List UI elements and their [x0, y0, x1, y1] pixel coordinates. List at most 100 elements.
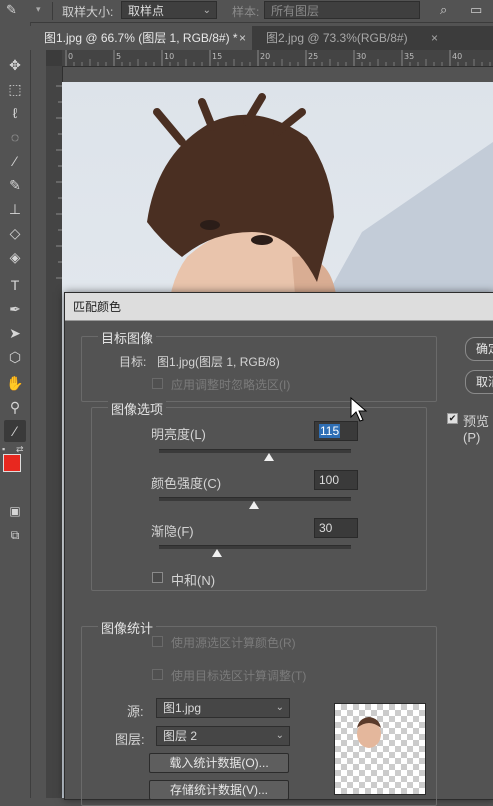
bucket-tool-icon[interactable]: ◈	[4, 246, 26, 268]
brush-tool-icon[interactable]: ✎	[4, 174, 26, 196]
neutralize-checkbox[interactable]	[152, 572, 163, 583]
luminance-label: 明亮度(L)	[151, 427, 206, 442]
slider-thumb[interactable]	[211, 549, 222, 557]
ruler-tick-label: 20	[260, 52, 270, 61]
fade-slider[interactable]	[159, 545, 351, 557]
eyedropper-tool-icon[interactable]: ⁄	[4, 150, 26, 172]
use-target-selection-checkbox[interactable]	[152, 669, 163, 680]
image-options-group-label: 图像选项	[108, 399, 167, 418]
stamp-tool-icon[interactable]: ⊥	[4, 198, 26, 220]
search-icon[interactable]: ⌕	[440, 2, 447, 18]
vertical-ruler	[46, 66, 63, 798]
mouse-cursor-icon	[350, 397, 368, 422]
foreground-color-swatch[interactable]	[3, 454, 21, 472]
ruler-tick-label: 10	[164, 52, 174, 61]
text-tool-icon[interactable]: T	[4, 274, 26, 296]
color-intensity-label: 颜色强度(C)	[151, 476, 222, 491]
preview-face-image	[357, 717, 381, 748]
preview-label: 预览(P)	[463, 414, 490, 445]
layer-select[interactable]: 图层 2 ⌄	[156, 726, 290, 746]
tool-preset-chevron-icon[interactable]: ▾	[36, 4, 41, 15]
layer-label: 图层:	[115, 732, 145, 747]
default-colors-icon[interactable]: ▪	[2, 444, 5, 454]
ruler-tick-label: 5	[116, 52, 121, 61]
sample-size-label: 取样大小:	[62, 5, 114, 19]
horizontal-ruler: 051015202530354045	[62, 50, 493, 67]
match-color-dialog: 匹配颜色 目标图像 目标: 图1.jpg(图层 1, RGB/8) 应用调整时忽…	[64, 292, 493, 806]
close-icon[interactable]: ×	[431, 26, 438, 50]
slider-thumb[interactable]	[264, 453, 275, 461]
sample-size-select[interactable]: 取样点 ⌄	[121, 1, 217, 19]
target-value: 图1.jpg(图层 1, RGB/8)	[157, 355, 280, 369]
source-select[interactable]: 图1.jpg ⌄	[156, 698, 290, 718]
luminance-value: 115	[319, 424, 341, 438]
shape-tool-icon[interactable]: ⬡	[4, 346, 26, 368]
workspace-icon[interactable]: ▭	[470, 2, 482, 18]
color-intensity-value: 100	[319, 473, 340, 487]
dialog-title[interactable]: 匹配颜色	[65, 293, 493, 321]
fade-label: 渐隐(F)	[151, 524, 194, 539]
zoom-tool-icon[interactable]: ⚲	[4, 396, 26, 418]
marquee-tool-icon[interactable]: ⬚	[4, 78, 26, 100]
options-bar: ✎ ▾ 取样大小: 取样点 ⌄ 样本: 所有图层 ⌕ ▭	[0, 0, 493, 23]
ok-button[interactable]: 确定	[465, 337, 493, 361]
fade-input[interactable]: 30	[314, 518, 358, 538]
chevron-down-icon: ⌄	[275, 702, 284, 713]
color-intensity-slider[interactable]	[159, 497, 351, 509]
sample-select[interactable]: 所有图层	[264, 1, 420, 19]
ruler-tick-label: 40	[452, 52, 462, 61]
quick-mask-icon[interactable]: ▣	[4, 500, 26, 522]
ruler-corner	[46, 50, 62, 66]
sample-size-value: 取样点	[128, 4, 165, 18]
luminance-input[interactable]: 115	[314, 421, 358, 441]
ruler-tick-label: 30	[356, 52, 366, 61]
document-tabs: 图1.jpg @ 66.7% (图层 1, RGB/8#) * × 图2.jpg…	[30, 26, 493, 50]
target-label: 目标:	[119, 355, 147, 369]
use-target-selection-label: 使用目标选区计算调整(T)	[171, 669, 307, 683]
chevron-down-icon: ⌄	[202, 5, 211, 16]
tab-document-2[interactable]: 图2.jpg @ 73.3%(RGB/8#) ×	[252, 26, 442, 50]
tab-label: 图2.jpg @ 73.3%(RGB/8#)	[266, 31, 408, 45]
eraser-tool-icon[interactable]: ◇	[4, 222, 26, 244]
sample-label: 样本:	[232, 5, 260, 19]
luminance-slider[interactable]	[159, 449, 351, 461]
use-source-selection-label: 使用源选区计算颜色(R)	[171, 636, 296, 650]
ruler-tick-label: 25	[308, 52, 318, 61]
slider-thumb[interactable]	[249, 501, 260, 509]
source-label: 源:	[127, 704, 144, 719]
save-statistics-button[interactable]: 存储统计数据(V)...	[149, 780, 289, 800]
move-tool-icon[interactable]: ✥	[4, 54, 26, 76]
cancel-button[interactable]: 取消	[465, 370, 493, 394]
target-image-group-label: 目标图像	[98, 328, 157, 347]
eyedropper-tool-active-icon[interactable]: ⁄	[4, 420, 26, 442]
ignore-selection-checkbox[interactable]	[152, 378, 163, 389]
source-preview-thumbnail	[334, 703, 426, 795]
load-statistics-button[interactable]: 载入统计数据(O)...	[149, 753, 289, 773]
divider	[52, 2, 53, 20]
image-statistics-group-label: 图像统计	[98, 618, 157, 637]
fade-value: 30	[319, 521, 333, 535]
ignore-selection-label: 应用调整时忽略选区(I)	[171, 378, 291, 392]
path-select-tool-icon[interactable]: ➤	[4, 322, 26, 344]
ruler-tick-label: 0	[68, 52, 73, 61]
sample-value: 所有图层	[271, 4, 320, 18]
eyedropper-icon[interactable]: ✎	[6, 2, 17, 18]
pen-tool-icon[interactable]: ✒	[4, 298, 26, 320]
close-icon[interactable]: ×	[239, 26, 246, 50]
ruler-tick-label: 15	[212, 52, 222, 61]
color-intensity-input[interactable]: 100	[314, 470, 358, 490]
chevron-down-icon: ⌄	[275, 730, 284, 741]
tab-label: 图1.jpg @ 66.7% (图层 1, RGB/8#) *	[44, 31, 238, 45]
tab-document-1[interactable]: 图1.jpg @ 66.7% (图层 1, RGB/8#) * ×	[30, 26, 252, 50]
layer-value: 图层 2	[163, 729, 198, 743]
screen-mode-icon[interactable]: ⧉	[4, 524, 26, 546]
use-source-selection-checkbox[interactable]	[152, 636, 163, 647]
ruler-tick-label: 35	[404, 52, 414, 61]
toolbar: ✥ ⬚ ℓ ◌ ⁄ ✎ ⊥ ◇ ◈ T ✒ ➤ ⬡ ✋ ⚲ ⁄ ▪ ⇄ ▣ ⧉	[0, 22, 31, 798]
lasso-tool-icon[interactable]: ℓ	[4, 102, 26, 124]
neutralize-label: 中和(N)	[171, 573, 216, 588]
source-value: 图1.jpg	[163, 701, 202, 715]
quick-select-tool-icon[interactable]: ◌	[4, 126, 26, 148]
hand-tool-icon[interactable]: ✋	[4, 372, 26, 394]
preview-checkbox[interactable]: ✔	[447, 413, 458, 424]
